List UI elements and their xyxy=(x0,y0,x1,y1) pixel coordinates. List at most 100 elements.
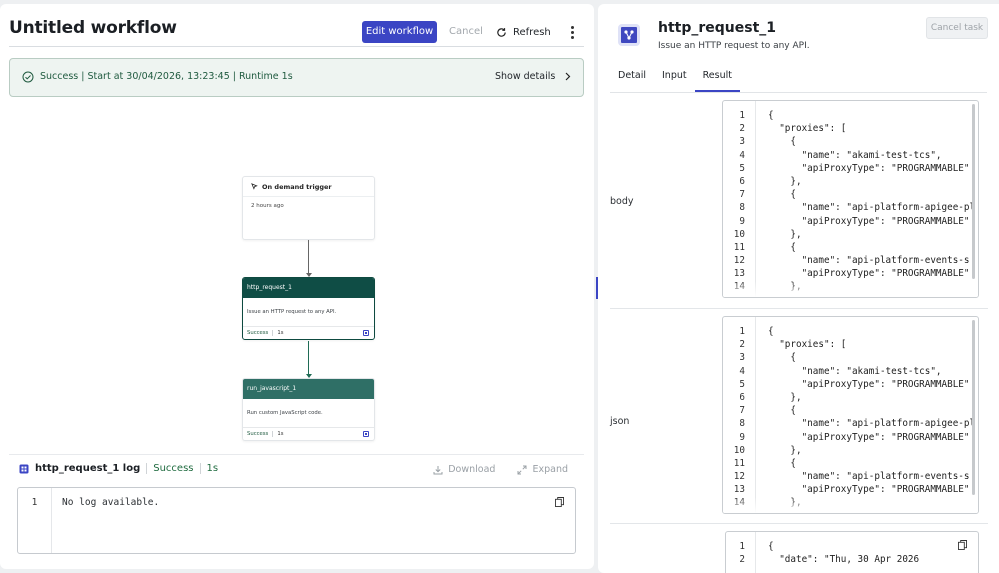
expand-icon xyxy=(517,465,527,474)
code-line-number: 7 xyxy=(739,405,745,417)
code-line-number: 8 xyxy=(739,418,745,430)
body-code-viewer[interactable]: 1234567891011121314 { "proxies": [ { "na… xyxy=(722,100,979,298)
code-line-number: 12 xyxy=(733,255,745,267)
refresh-icon xyxy=(497,27,506,37)
code-line: "apiProxyType": "PROGRAMMABLE" xyxy=(768,431,970,443)
http-request-node-title: http_request_1 xyxy=(243,278,374,298)
code-line-number: 1 xyxy=(739,541,745,552)
log-viewer[interactable]: 1 No log available. xyxy=(17,487,576,554)
download-button[interactable]: Download xyxy=(433,464,495,475)
code-line: { xyxy=(768,189,796,201)
chevron-right-icon xyxy=(565,72,571,81)
task-detail-pane: http_request_1 Issue an HTTP request to … xyxy=(598,4,999,573)
log-icon[interactable] xyxy=(363,431,369,437)
edit-workflow-button[interactable]: Edit workflow xyxy=(362,21,437,43)
code-line: { xyxy=(768,110,774,121)
http-request-node[interactable]: http_request_1 Issue an HTTP request to … xyxy=(242,277,375,340)
run-javascript-node-duration: 1s xyxy=(272,431,283,437)
trigger-time: 2 hours ago xyxy=(251,203,284,209)
run-javascript-node-title: run_javascript_1 xyxy=(243,379,374,399)
log-icon[interactable] xyxy=(363,330,369,336)
code-line-number: 12 xyxy=(733,471,745,483)
code-line: { xyxy=(768,541,774,552)
http-request-node-duration: 1s xyxy=(272,330,283,336)
code-line-number: 2 xyxy=(739,123,745,135)
run-status-text: Success | Start at 30/04/2026, 13:23:45 … xyxy=(40,71,293,82)
workflow-pane: Untitled workflow Edit workflow Cancel R… xyxy=(0,4,594,569)
show-details-label: Show details xyxy=(495,71,556,82)
cancel-button[interactable]: Cancel xyxy=(449,21,483,43)
refresh-button[interactable]: Refresh xyxy=(496,21,551,43)
tab-result[interactable]: Result xyxy=(694,67,740,92)
expand-label: Expand xyxy=(532,464,568,475)
code-line: "date": "Thu, 30 Apr 2026 xyxy=(768,554,920,566)
log-status: Success xyxy=(146,463,194,474)
code-line-number: 9 xyxy=(739,215,745,227)
code-line-number: 10 xyxy=(733,444,745,456)
code-line-number: 4 xyxy=(739,365,745,377)
http-request-node-desc: Issue an HTTP request to any API. xyxy=(243,298,374,327)
run-javascript-node-desc: Run custom JavaScript code. xyxy=(243,399,374,428)
code-line-number: 3 xyxy=(739,352,745,364)
code-line: "proxies": [ xyxy=(768,123,847,135)
show-details-button[interactable]: Show details xyxy=(495,71,571,82)
expand-button[interactable]: Expand xyxy=(517,464,568,475)
log-icon xyxy=(19,464,29,473)
code-line: { xyxy=(768,326,774,337)
task-title: http_request_1 xyxy=(658,20,777,36)
code-line: }, xyxy=(768,228,802,240)
copy-icon[interactable] xyxy=(958,540,967,550)
log-line-number: 1 xyxy=(18,488,52,553)
log-title: http_request_1 log xyxy=(35,463,141,474)
success-check-icon xyxy=(22,71,34,83)
log-text: No log available. xyxy=(62,497,160,508)
code-line: { xyxy=(768,352,796,364)
json-label: json xyxy=(610,416,630,427)
code-line-number: 7 xyxy=(739,189,745,201)
code-line: { xyxy=(768,241,796,253)
code-line-number: 8 xyxy=(739,202,745,214)
tabs-divider xyxy=(610,92,987,93)
http-request-icon xyxy=(618,24,640,46)
refresh-label: Refresh xyxy=(513,26,551,38)
trigger-title: On demand trigger xyxy=(262,182,332,191)
code-line: { xyxy=(768,136,796,148)
tab-detail[interactable]: Detail xyxy=(610,67,654,92)
code-line: "name": "api-platform-apigee-pl xyxy=(768,202,976,214)
code-line: "apiProxyType": "PROGRAMMABLE" xyxy=(768,162,970,174)
json-code-viewer[interactable]: 1234567891011121314 { "proxies": [ { "na… xyxy=(722,316,979,514)
body-label: body xyxy=(610,196,634,207)
code-line: "name": "api-platform-events-s xyxy=(768,255,970,267)
code-line-number: 4 xyxy=(739,149,745,161)
code-line: "apiProxyType": "PROGRAMMABLE" xyxy=(768,378,970,390)
code-line: "apiProxyType": "PROGRAMMABLE" xyxy=(768,215,970,227)
scrollbar[interactable] xyxy=(972,320,975,495)
task-subtitle: Issue an HTTP request to any API. xyxy=(658,41,810,51)
tab-input[interactable]: Input xyxy=(654,67,695,92)
copy-icon[interactable] xyxy=(555,497,564,507)
scrollbar[interactable] xyxy=(972,104,975,279)
download-label: Download xyxy=(448,464,496,475)
code-line: }, xyxy=(768,391,802,403)
code-line-number: 13 xyxy=(733,268,745,280)
code-line-number: 11 xyxy=(733,241,745,253)
trigger-node[interactable]: On demand trigger 2 hours ago xyxy=(242,176,375,240)
code-line-number: 6 xyxy=(739,175,745,187)
headers-code-viewer[interactable]: 1 2 { "date": "Thu, 30 Apr 2026 xyxy=(725,531,979,573)
cursor-click-icon xyxy=(251,183,258,190)
code-line-number: 2 xyxy=(739,554,745,566)
code-line-number: 13 xyxy=(733,484,745,496)
code-line: "apiProxyType": "PROGRAMMABLE" xyxy=(768,484,970,496)
more-options-icon[interactable] xyxy=(566,21,578,43)
log-duration: 1s xyxy=(199,463,218,474)
code-line-number: 9 xyxy=(739,431,745,443)
code-line: "name": "akami-test-tcs", xyxy=(768,365,942,377)
code-line: { xyxy=(768,405,796,417)
run-javascript-node[interactable]: run_javascript_1 Run custom JavaScript c… xyxy=(242,378,375,441)
edge-http-to-js xyxy=(308,341,309,374)
code-line: "apiProxyType": "PROGRAMMABLE" xyxy=(768,268,970,280)
run-javascript-node-status: Success xyxy=(247,431,269,437)
cancel-task-button[interactable]: Cancel task xyxy=(926,17,988,39)
code-line-number: 1 xyxy=(739,110,745,121)
task-log-panel: http_request_1 log Success 1s Download E… xyxy=(9,454,584,559)
